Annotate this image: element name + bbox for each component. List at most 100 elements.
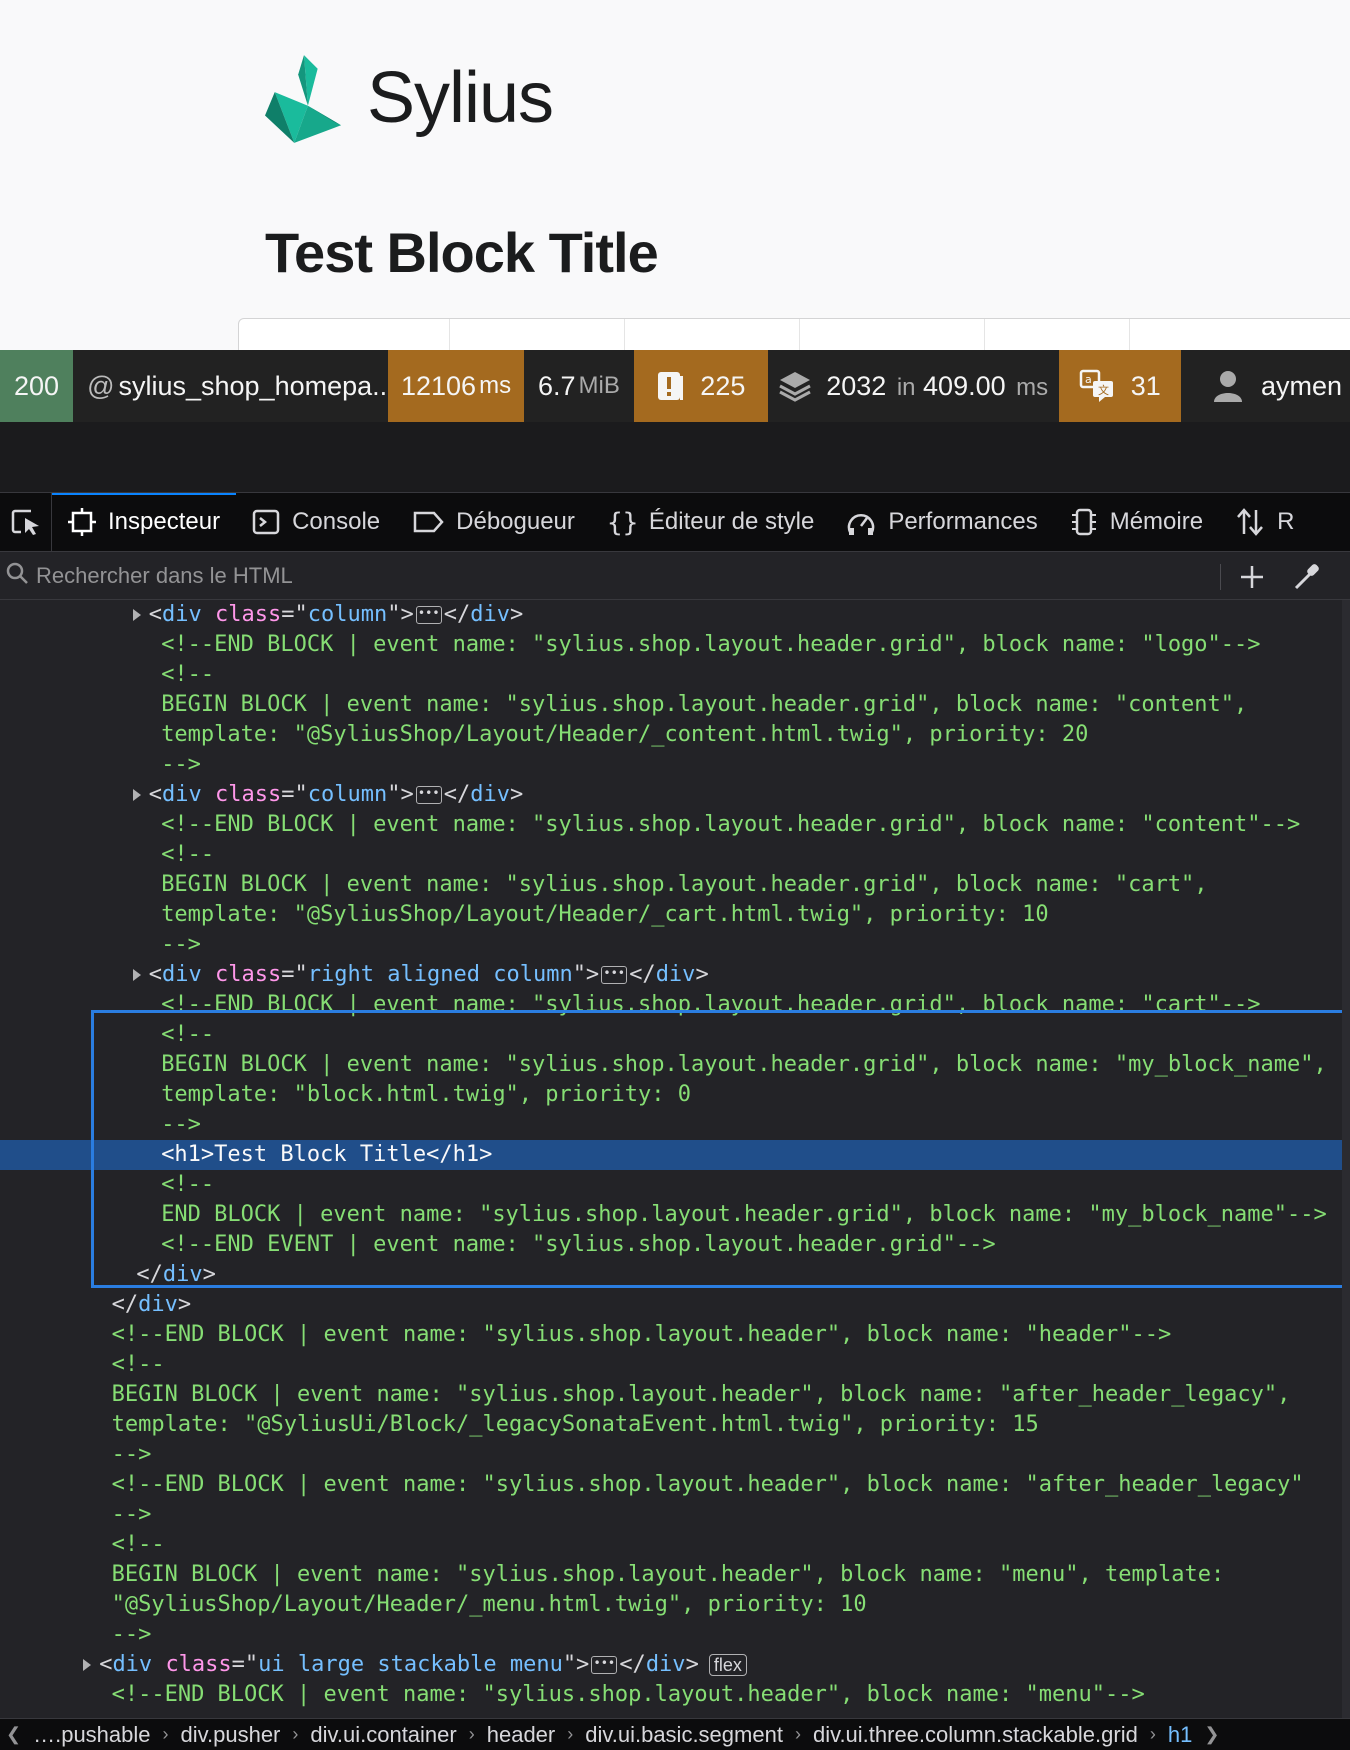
comment-node[interactable]: --> [0,1620,1342,1650]
comment-node[interactable]: <!-- [0,1350,1342,1380]
comment-node[interactable]: <!-- [0,1530,1342,1560]
collapsed-ellipsis-icon[interactable]: ••• [591,1656,618,1674]
tag-name: div [655,962,696,987]
request-time-panel[interactable]: 12106 ms [388,350,524,422]
attr-name: class [215,602,282,627]
network-icon [1237,508,1264,536]
memory-panel[interactable]: 6.7 MiB [524,350,634,422]
breadcrumb-item[interactable]: h1 [1162,1722,1198,1748]
add-node-button[interactable] [1238,560,1266,597]
tab-network[interactable]: R [1219,493,1310,551]
tab-style-editor[interactable]: {} Éditeur de style [591,493,830,551]
comment-text: <!--END BLOCK | event name: "sylius.shop… [161,812,1301,837]
comment-node[interactable]: <!--END BLOCK | event name: "sylius.shop… [0,1680,1342,1710]
comment-node[interactable]: <!--END EVENT | event name: "sylius.shop… [0,1230,1342,1260]
markup-scrollbar[interactable] [1342,600,1350,1718]
markup-node[interactable]: <div class="right aligned column"> ••• </d… [0,960,1342,990]
tab-inspector[interactable]: Inspecteur [52,493,237,551]
attr-name: class [215,962,282,987]
comment-node[interactable]: --> [0,1500,1342,1530]
attr-quote: "> [572,962,600,987]
database-panel[interactable]: 2032 in 409.00 ms [768,350,1059,422]
breadcrumb-scroll-left-icon[interactable]: ❮ [0,1724,27,1745]
breadcrumb-item[interactable]: div.ui.container [304,1722,462,1748]
comment-node[interactable]: <!--END BLOCK | event name: "sylius.shop… [0,1320,1342,1350]
breadcrumb-item[interactable]: div.ui.basic.segment [579,1722,789,1748]
comment-node[interactable]: --> [0,1110,1342,1140]
breadcrumb-item[interactable]: div.pusher [175,1722,287,1748]
markup-node[interactable]: </div> [0,1290,1342,1320]
tab-debugger[interactable]: Débogueur [396,493,591,551]
tab-memory[interactable]: Mémoire [1054,493,1219,551]
attr-name: class [165,1652,232,1677]
comment-node[interactable]: BEGIN BLOCK | event name: "sylius.shop.l… [0,870,1342,900]
eyedropper-icon [1294,564,1319,590]
tab-performance[interactable]: Performances [830,493,1053,551]
comment-node[interactable]: BEGIN BLOCK | event name: "sylius.shop.l… [0,1560,1342,1590]
tab-console[interactable]: Console [236,493,396,551]
comment-node[interactable]: <!-- [0,660,1342,690]
comment-node[interactable]: BEGIN BLOCK | event name: "sylius.shop.l… [0,1050,1342,1080]
collapsed-ellipsis-icon[interactable]: ••• [601,966,628,984]
forms-panel[interactable]: 225 [633,350,768,422]
attr-quote: "> [387,602,414,627]
route-info[interactable]: @ sylius_shop_homepa... [73,350,395,422]
selected-node[interactable]: <h1>Test Block Title</h1> [0,1140,1342,1170]
comment-node[interactable]: --> [0,1440,1342,1470]
collapsed-ellipsis-icon[interactable]: ••• [415,786,442,804]
comment-text: template: "block.html.twig", priority: 0 [161,1082,691,1107]
translation-panel[interactable]: a文 31 [1058,350,1181,422]
devtools-tabbar: Inspecteur Console Débogueur {} Éditeur … [0,492,1350,552]
comment-text: --> [161,752,201,777]
comment-node[interactable]: <!-- [0,1020,1342,1050]
breadcrumb-scroll-right-icon[interactable]: ❯ [1198,1724,1225,1745]
comment-text: <!--END BLOCK | event name: "sylius.shop… [111,1472,1304,1497]
collapsed-ellipsis-icon[interactable]: ••• [415,606,442,624]
expand-toggle-icon[interactable] [83,1659,92,1671]
markup-node[interactable]: <div class="column"> ••• </div> [0,780,1342,810]
comment-node[interactable]: <!--END BLOCK | event name: "sylius.shop… [0,810,1342,840]
user-panel[interactable]: aymen [1181,350,1350,422]
element-picker-button[interactable] [0,493,52,551]
comment-node[interactable]: BEGIN BLOCK | event name: "sylius.shop.l… [0,690,1342,720]
markup-node[interactable]: <div class="column"> ••• </div> [0,600,1342,630]
expand-toggle-icon[interactable] [132,789,141,801]
flex-badge[interactable]: flex [708,1654,747,1676]
comment-text: <!-- [161,1172,215,1197]
breadcrumb-item[interactable]: ….pushable [27,1722,156,1748]
comment-node[interactable]: <!--END BLOCK | event name: "sylius.shop… [0,630,1342,660]
tag-name: div [138,1292,178,1317]
comment-node[interactable]: --> [0,930,1342,960]
tag-punct: > [510,782,524,807]
comment-node[interactable]: --> [0,750,1342,780]
markup-node[interactable]: </div> [0,1260,1342,1290]
tag-name: div [162,602,202,627]
comment-node[interactable]: <!-- [0,840,1342,870]
comment-node[interactable]: template: "@SyliusShop/Layout/Header/_ca… [0,900,1342,930]
status-code-badge[interactable]: 200 [0,350,74,422]
comment-node[interactable]: template: "@SyliusUi/Block/_legacySonata… [0,1410,1342,1440]
comment-node[interactable]: END BLOCK | event name: "sylius.shop.lay… [0,1200,1342,1230]
breadcrumb-item[interactable]: div.ui.three.column.stackable.grid [807,1722,1144,1748]
comment-node[interactable]: BEGIN BLOCK | event name: "sylius.shop.l… [0,1380,1342,1410]
comment-node[interactable]: <!--END BLOCK | event name: "sylius.shop… [0,990,1342,1020]
sylius-logo[interactable]: Sylius [265,52,554,144]
search-html-input[interactable] [36,562,1186,589]
expand-toggle-icon[interactable] [132,609,141,621]
expand-toggle-icon[interactable] [132,969,141,981]
comment-node[interactable]: "@SyliusShop/Layout/Header/_menu.html.tw… [0,1590,1342,1620]
eyedropper-button[interactable] [1292,560,1322,597]
breadcrumb-separator-icon: › [292,1724,299,1744]
comment-node[interactable]: <!--END BLOCK | event name: "sylius.shop… [0,1470,1342,1500]
attr-value: column [307,602,388,627]
breadcrumb-item[interactable]: header [481,1722,562,1748]
comment-text: <!-- [111,1352,165,1377]
comment-node[interactable]: <!-- [0,1170,1342,1200]
breadcrumb-separator-icon: › [1149,1724,1156,1744]
status-code: 200 [14,370,60,401]
comment-node[interactable]: template: "block.html.twig", priority: 0 [0,1080,1342,1110]
markup-node[interactable]: <div class="ui large stackable menu"> •••… [0,1650,1342,1680]
tag-punct: < [148,782,163,807]
comment-node[interactable]: template: "@SyliusShop/Layout/Header/_co… [0,720,1342,750]
